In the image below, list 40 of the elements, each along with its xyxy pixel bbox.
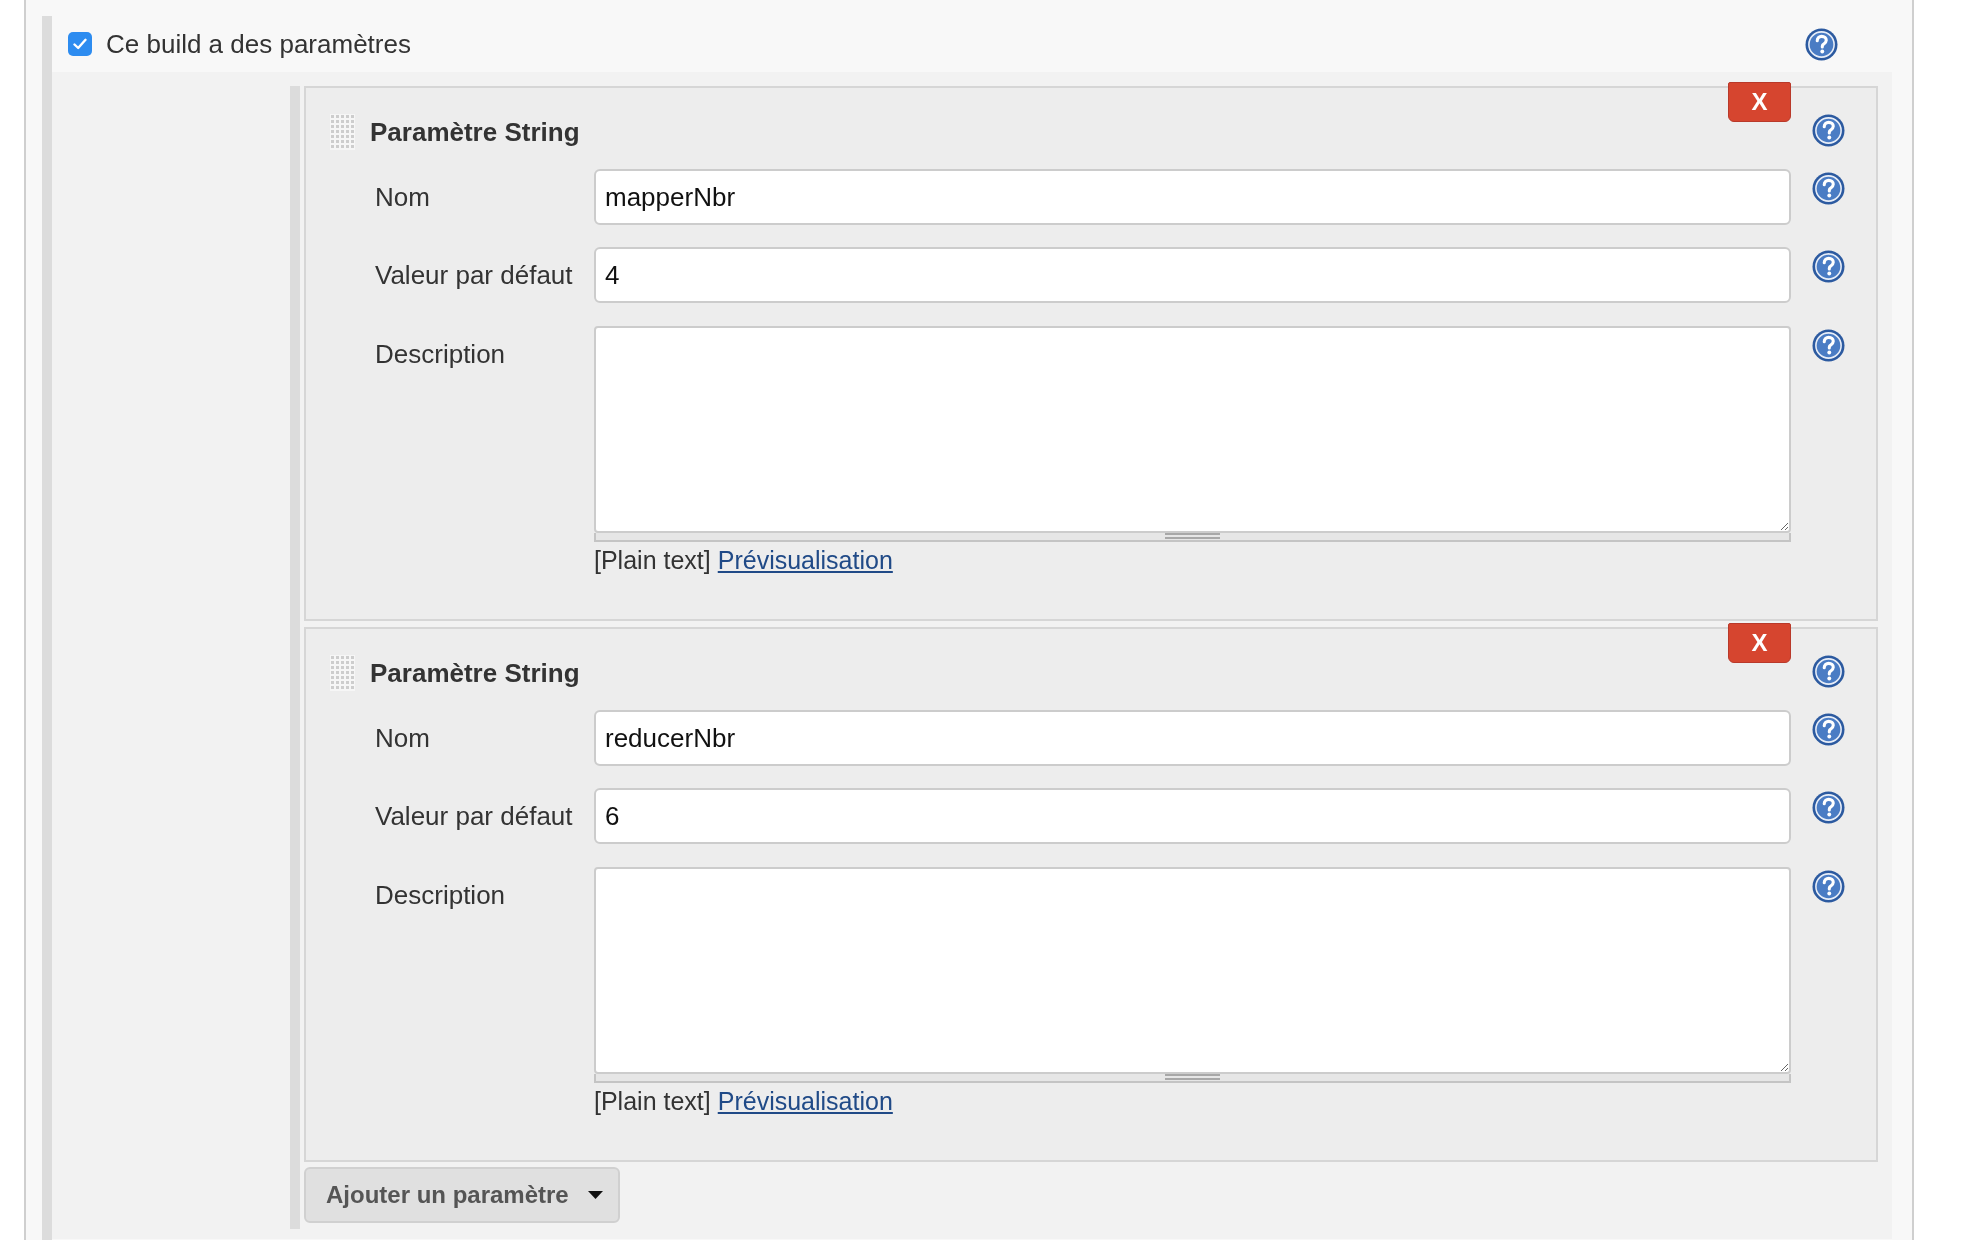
field-label: Description xyxy=(375,338,507,369)
drag-handle-icon[interactable] xyxy=(330,655,355,691)
parameter-title: Paramètre String xyxy=(370,117,580,147)
preview-link[interactable]: Prévisualisation xyxy=(717,1087,893,1115)
field-label: Description xyxy=(375,879,507,910)
text-field[interactable]: mapperNbr xyxy=(594,169,1791,225)
format-label: [Plain text] xyxy=(594,1087,711,1115)
format-label: [Plain text] xyxy=(594,546,711,574)
help-icon[interactable] xyxy=(1805,27,1838,61)
resize-handle[interactable] xyxy=(594,533,1791,542)
text-field[interactable]: 4 xyxy=(594,247,1791,303)
text-field[interactable]: reducerNbr xyxy=(594,710,1791,766)
remove-button[interactable]: X xyxy=(1728,82,1791,122)
field-label: Valeur par défaut xyxy=(375,800,574,831)
help-icon[interactable] xyxy=(1812,870,1845,903)
checkbox-label: Ce build a des paramètres xyxy=(106,29,411,59)
help-icon[interactable] xyxy=(1812,114,1845,147)
remove-button[interactable]: X xyxy=(1728,623,1791,663)
preview-link[interactable]: Prévisualisation xyxy=(717,546,893,574)
resize-handle[interactable] xyxy=(594,1074,1791,1083)
help-icon[interactable] xyxy=(1812,172,1845,205)
drag-handle-icon[interactable] xyxy=(330,114,355,150)
checkbox[interactable] xyxy=(68,32,92,56)
add-parameter-button[interactable]: Ajouter un paramètre xyxy=(304,1167,620,1223)
help-icon[interactable] xyxy=(1812,713,1845,746)
textarea-field[interactable] xyxy=(594,326,1791,533)
field-label: Nom xyxy=(375,181,431,212)
textarea-field[interactable] xyxy=(594,867,1791,1074)
parameter-title: Paramètre String xyxy=(370,658,580,688)
help-icon[interactable] xyxy=(1812,655,1845,688)
help-icon[interactable] xyxy=(1812,791,1845,824)
grip-lines-icon xyxy=(1165,533,1220,539)
field-label: Nom xyxy=(375,722,431,753)
field-label: Valeur par défaut xyxy=(375,259,574,290)
check-icon xyxy=(73,38,87,50)
grip-lines-icon xyxy=(1165,1074,1220,1080)
help-icon[interactable] xyxy=(1812,250,1845,283)
help-icon[interactable] xyxy=(1812,329,1845,362)
caret-down-icon xyxy=(587,1191,603,1199)
text-field[interactable]: 6 xyxy=(594,788,1791,844)
